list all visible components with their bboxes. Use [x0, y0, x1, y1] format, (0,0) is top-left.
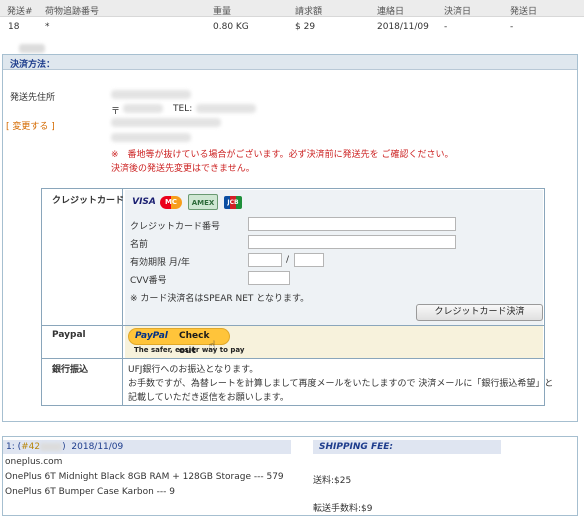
mastercard-icon: MC	[160, 196, 182, 209]
card-name-input[interactable]	[248, 235, 456, 249]
expiry-separator: /	[286, 255, 290, 265]
expiry-label: 有効期限 月/年	[130, 258, 190, 268]
shop-name: oneplus.com	[5, 457, 63, 467]
redacted-address-2	[111, 133, 191, 142]
col-contact-header: 連絡日	[377, 7, 405, 17]
card-billing-note: ※ カード決済名はSPEAR NET となります。	[130, 294, 310, 304]
amex-icon: AMEX	[188, 194, 218, 210]
bank-line-2: お手数ですが、為替レートを計算しまして再度メールをいたしますので 決済メールに「…	[128, 379, 554, 389]
shipment-table-header: 発送# 荷物追跡番号 重量 請求額 連絡日 決済日 発送日	[0, 0, 584, 17]
paypal-label: Paypal	[52, 330, 86, 340]
methods-divider	[122, 189, 123, 405]
paypal-action: Check out	[179, 331, 210, 356]
shipping-fee-header: SHIPPING FEE:	[313, 440, 501, 454]
cvv-input[interactable]	[248, 271, 290, 285]
address-warning-2: 決済後の発送先変更はできません。	[111, 164, 255, 174]
weight-value: 0.80 KG	[213, 22, 249, 32]
ship-date: -	[510, 22, 514, 32]
card-number-input[interactable]	[248, 217, 456, 231]
contact-date: 2018/11/09	[377, 22, 429, 32]
card-number-label: クレジットカード番号	[130, 222, 221, 232]
expiry-year-input[interactable]	[294, 253, 324, 267]
redacted-block	[19, 44, 46, 53]
shipping-fee-value: 送料:$25	[313, 476, 352, 486]
order-panel: 1: (#42) 2018/11/09 oneplus.com OnePlus …	[2, 436, 578, 516]
shipment-no: 18	[8, 22, 46, 53]
payment-panel: 決済方法： 発送先住所 〒 TEL: [ 変更する ] ※ 番地等が抜けている場…	[2, 54, 578, 422]
credit-card-pay-button[interactable]: クレジットカード決済	[416, 304, 543, 321]
tel-label: TEL:	[173, 104, 193, 114]
payment-methods-box: クレジットカード VISA MC AMEX JCB クレジットカード番号 名前 …	[41, 188, 553, 406]
redacted-tel	[196, 104, 256, 113]
amount-value: $ 29	[295, 22, 316, 32]
bank-transfer-label: 銀行振込	[52, 365, 89, 375]
cvv-label: CVV番号	[130, 276, 167, 286]
card-name-label: 名前	[130, 240, 149, 250]
postal-mark: 〒	[111, 107, 121, 117]
paypal-brand: PayPal	[135, 331, 168, 341]
payment-title-bar: 決済方法：	[3, 55, 577, 70]
payment-title: 決済方法：	[10, 60, 56, 70]
redacted-name	[111, 90, 191, 99]
redacted-order-id	[40, 442, 63, 451]
redacted-address-1	[111, 118, 221, 127]
order-item-2: OnePlus 6T Bumper Case Karbon --- 9	[5, 487, 176, 497]
bank-line-3: 記載していただき返信をお願いします。	[128, 393, 289, 403]
paypal-bank-divider	[42, 358, 544, 359]
expiry-month-input[interactable]	[248, 253, 282, 267]
bank-line-1: UFJ銀行へのお振込となります。	[128, 365, 259, 375]
col-amount-header: 請求額	[295, 7, 323, 17]
address-label: 発送先住所	[10, 93, 56, 103]
transfer-fee-value: 転送手数料:$9	[313, 504, 373, 514]
order-item-1: OnePlus 6T Midnight Black 8GB RAM + 128G…	[5, 472, 284, 482]
shipping-fee-title: SHIPPING FEE:	[319, 442, 393, 452]
tracking-number: *	[45, 22, 50, 32]
hand-cursor-icon: ☝	[208, 339, 216, 354]
col-weight-header: 重量	[213, 7, 232, 17]
visa-icon: VISA	[132, 197, 156, 207]
credit-card-label: クレジットカード	[52, 196, 125, 206]
order-header: 1: (#42) 2018/11/09	[3, 440, 291, 454]
col-payment-header: 決済日	[444, 7, 472, 17]
paypal-tagline: The safer, easier way to pay	[134, 346, 245, 354]
col-ship-header: 発送日	[510, 7, 538, 17]
payment-date: -	[444, 22, 448, 32]
redacted-postal	[123, 104, 163, 113]
col-tracking-header: 荷物追跡番号	[45, 7, 100, 17]
address-warning-1: ※ 番地等が抜けている場合がございます。必ず決済前に発送先を ご確認ください。	[111, 150, 454, 160]
change-address-link[interactable]: [ 変更する ]	[6, 119, 55, 132]
col-no-header: 発送#	[7, 7, 33, 17]
order-header-text: 1: (#42) 2018/11/09	[6, 442, 124, 452]
jcb-icon: JCB	[224, 196, 242, 209]
